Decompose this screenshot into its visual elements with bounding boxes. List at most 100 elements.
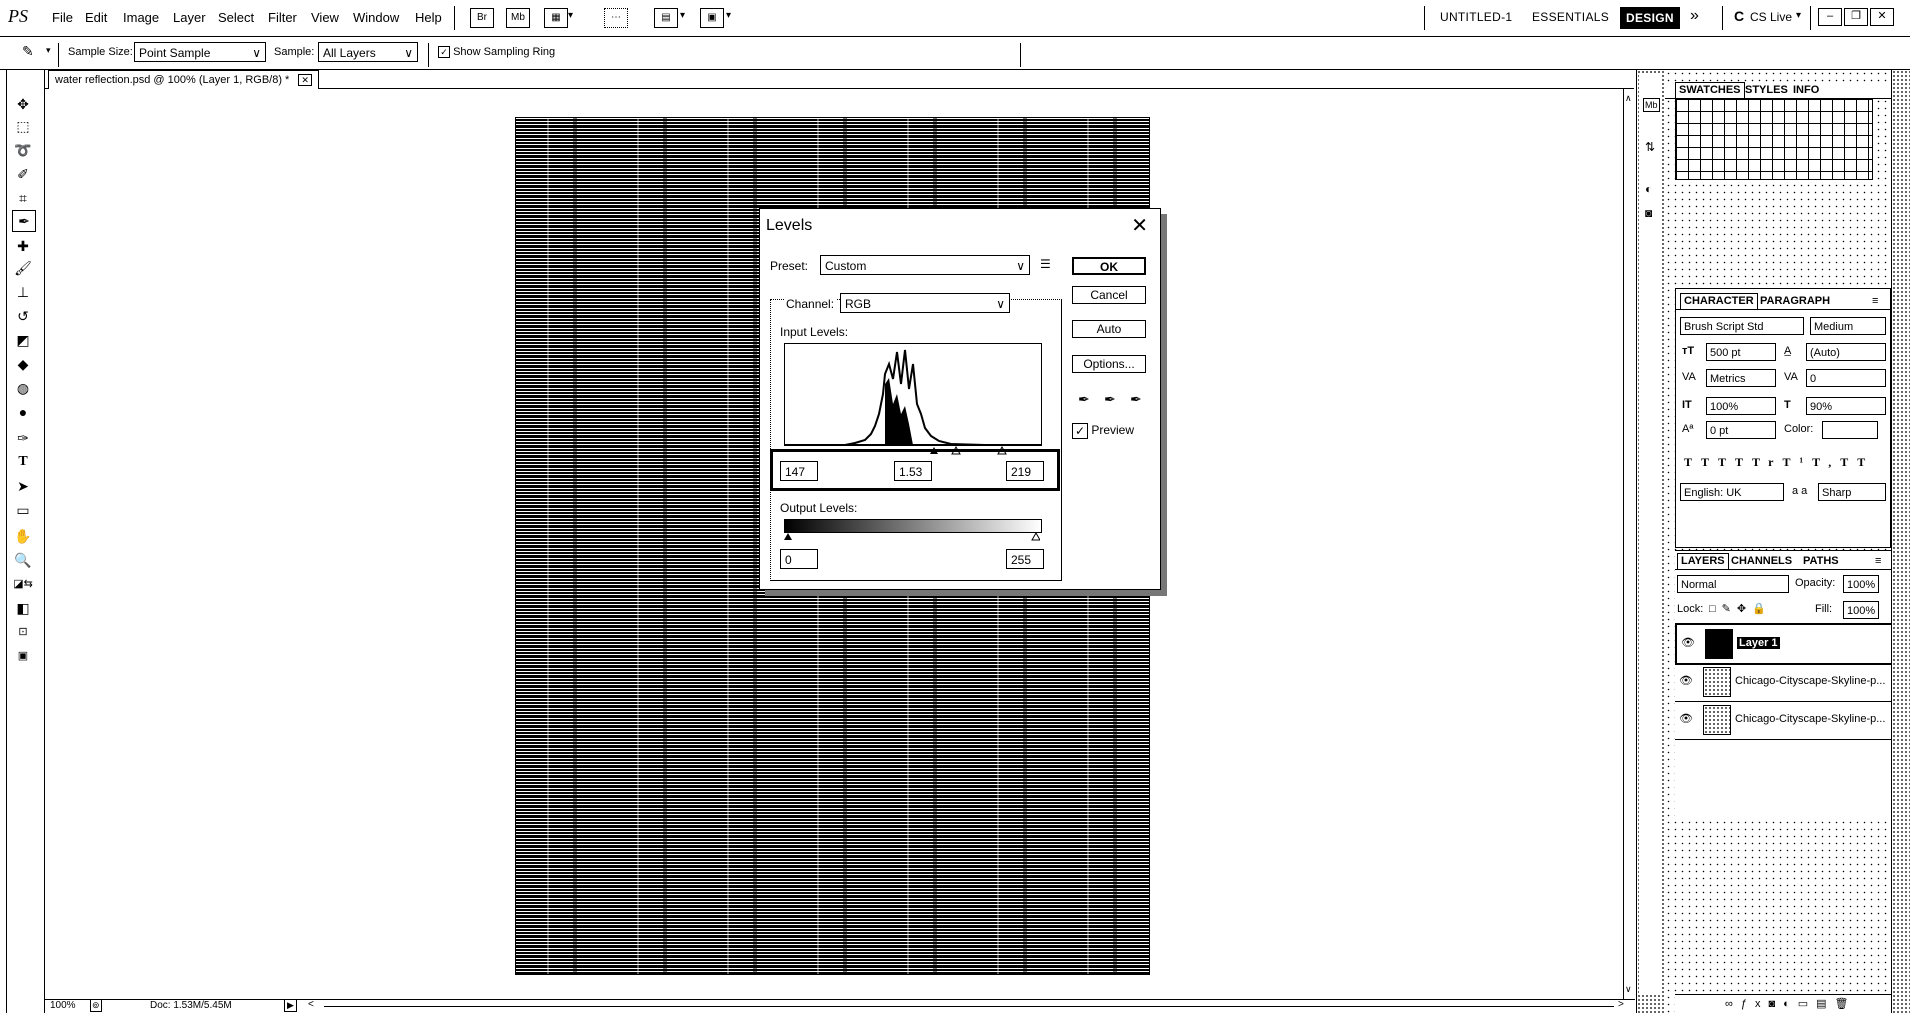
extras-icon[interactable]: ▦ — [544, 8, 568, 28]
blur-tool-icon[interactable]: ◍ — [12, 378, 34, 398]
baseline-shift-field[interactable]: 0 pt — [1706, 421, 1776, 439]
chevron-down-icon[interactable]: ▾ — [680, 10, 685, 21]
tab-character[interactable]: CHARACTER — [1680, 293, 1758, 309]
quick-selection-tool-icon[interactable]: ✐ — [12, 164, 34, 184]
history-panel-icon[interactable]: ⇅ — [1645, 140, 1655, 154]
tab-info[interactable]: INFO — [1793, 84, 1819, 96]
scroll-right-icon[interactable]: > — [1618, 999, 1624, 1010]
screen-mode-tool-icon[interactable]: ▣ — [12, 646, 34, 666]
font-size-field[interactable]: 500 pt — [1706, 343, 1776, 361]
history-brush-tool-icon[interactable]: ↺ — [12, 306, 34, 326]
text-color-swatch[interactable] — [1822, 421, 1878, 439]
type-style-buttons[interactable]: TTTTTrT¹T,TT — [1684, 455, 1874, 470]
scroll-up-icon[interactable]: ∧ — [1625, 93, 1632, 104]
font-style-select[interactable]: Medium — [1810, 317, 1886, 335]
layers-footer-icons[interactable]: ∞ƒx◙◐▭▤🗑 — [1725, 997, 1857, 1010]
chevron-down-icon[interactable]: ▾ — [726, 10, 731, 21]
more-workspaces-icon[interactable]: » — [1690, 7, 1699, 25]
brush-tool-icon[interactable]: 🖌 — [12, 258, 34, 278]
zoom-level[interactable]: 100% — [50, 1000, 76, 1011]
arrange-documents-icon[interactable]: ▤ — [654, 8, 678, 28]
crop-tool-icon[interactable]: ⌗ — [12, 188, 34, 208]
menu-image[interactable]: Image — [123, 10, 159, 25]
menu-file[interactable]: File — [52, 10, 73, 25]
tab-swatches[interactable]: SWATCHES — [1675, 82, 1745, 98]
pen-tool-icon[interactable]: ✑ — [12, 428, 34, 448]
close-icon[interactable]: ✕ — [1131, 213, 1148, 238]
sample-select[interactable]: All Layers ∨ — [318, 42, 418, 62]
horizontal-scale-field[interactable]: 90% — [1806, 397, 1886, 415]
language-select[interactable]: English: UK — [1680, 483, 1784, 501]
eye-icon[interactable]: 👁 — [1681, 636, 1695, 650]
move-tool-icon[interactable]: ✥ — [12, 94, 34, 114]
layer-name[interactable]: Chicago-Cityscape-Skyline-p... — [1735, 675, 1885, 687]
hand-tool-icon[interactable]: ✋ — [12, 526, 34, 546]
input-white-field[interactable]: 219 — [1006, 461, 1044, 481]
menu-help[interactable]: Help — [415, 10, 442, 25]
minimize-icon[interactable]: – — [1818, 8, 1842, 26]
cancel-button[interactable]: Cancel — [1072, 286, 1146, 304]
status-menu-icon[interactable]: ▶ — [284, 999, 297, 1012]
chevron-down-icon[interactable]: ▾ — [1796, 10, 1801, 21]
output-black-field[interactable]: 0 — [780, 549, 818, 569]
chevron-down-icon[interactable]: ▾ — [46, 45, 51, 56]
horizontal-scrollbar[interactable] — [324, 1006, 1614, 1007]
type-tool-icon[interactable]: T — [12, 452, 34, 472]
minibridge-panel-icon[interactable]: Mb — [1643, 98, 1660, 112]
channel-select[interactable]: RGB ∨ — [840, 293, 1010, 313]
layer-name[interactable]: Layer 1 — [1737, 637, 1780, 649]
eye-icon[interactable]: 👁 — [1679, 712, 1693, 726]
type-style-superscript[interactable]: T¹ — [1783, 455, 1813, 469]
panel-menu-icon[interactable]: ≡ — [1872, 295, 1878, 307]
tab-styles[interactable]: STYLES — [1745, 84, 1788, 96]
zoom-tool-icon[interactable]: 🔍 — [12, 550, 34, 570]
scroll-down-icon[interactable]: ∨ — [1625, 984, 1632, 995]
workspace-untitled[interactable]: UNTITLED-1 — [1440, 10, 1512, 24]
leading-field[interactable]: (Auto) — [1806, 343, 1886, 361]
preview-toggle[interactable]: ✓ Preview — [1072, 423, 1134, 439]
dodge-tool-icon[interactable]: ● — [12, 402, 34, 422]
output-sliders[interactable] — [784, 531, 1040, 541]
menu-window[interactable]: Window — [353, 10, 399, 25]
type-style-strikethrough[interactable]: T — [1857, 455, 1874, 469]
swatches-grid[interactable] — [1675, 98, 1873, 180]
color-panel-icon[interactable]: ◐ — [1645, 182, 1652, 196]
opacity-field[interactable]: 100% — [1843, 575, 1879, 593]
layer-row[interactable]: 👁 Chicago-Cityscape-Skyline-p... — [1675, 701, 1901, 740]
auto-button[interactable]: Auto — [1072, 320, 1146, 338]
tab-layers[interactable]: LAYERS — [1677, 553, 1729, 569]
panel-menu-icon[interactable]: ≡ — [1875, 555, 1881, 567]
quick-mask-icon[interactable]: ⊡ — [12, 622, 34, 642]
black-point-eyedropper-icon[interactable]: ✒ — [1078, 391, 1090, 408]
sample-size-select[interactable]: Point Sample ∨ — [134, 42, 266, 62]
input-gamma-field[interactable]: 1.53 — [894, 461, 932, 481]
show-sampling-ring-checkbox[interactable]: ✓ — [438, 46, 450, 59]
bridge-icon[interactable]: Br — [470, 8, 494, 28]
preset-options-icon[interactable]: ☰ — [1040, 257, 1051, 271]
tab-paragraph[interactable]: PARAGRAPH — [1760, 295, 1830, 307]
eyedropper-tool-icon[interactable]: ✒ — [12, 210, 36, 232]
fill-field[interactable]: 100% — [1843, 601, 1879, 619]
eyedropper-preset-icon[interactable]: ✎ — [22, 43, 34, 60]
tab-paths[interactable]: PATHS — [1803, 555, 1839, 567]
layer-row[interactable]: 👁 Chicago-Cityscape-Skyline-p... — [1675, 663, 1901, 702]
clone-stamp-tool-icon[interactable]: ⊥ — [12, 282, 34, 302]
screen-mode-icon[interactable]: ▣ — [700, 8, 724, 28]
white-point-eyedropper-icon[interactable]: ✒ — [1130, 391, 1142, 408]
path-selection-tool-icon[interactable]: ➤ — [12, 476, 34, 496]
menu-edit[interactable]: Edit — [85, 10, 107, 25]
preset-select[interactable]: Custom ∨ — [820, 255, 1030, 275]
blend-mode-select[interactable]: Normal — [1677, 575, 1789, 593]
vertical-scale-field[interactable]: 100% — [1706, 397, 1776, 415]
type-style-small-caps[interactable]: Tr — [1752, 455, 1782, 469]
menu-filter[interactable]: Filter — [268, 10, 297, 25]
scroll-left-icon[interactable]: < — [308, 999, 314, 1010]
tab-channels[interactable]: CHANNELS — [1731, 555, 1792, 567]
adjustments-panel-icon[interactable]: ◙ — [1645, 206, 1652, 220]
status-info-icon[interactable]: ⊚ — [90, 999, 102, 1012]
lasso-tool-icon[interactable]: ➰ — [12, 140, 34, 160]
font-family-select[interactable]: Brush Script Std — [1680, 317, 1804, 335]
vertical-scrollbar[interactable]: ∧ ∨ — [1623, 89, 1636, 999]
minibridge-icon[interactable]: Mb — [506, 8, 530, 28]
healing-brush-tool-icon[interactable]: ✚ — [12, 236, 34, 256]
